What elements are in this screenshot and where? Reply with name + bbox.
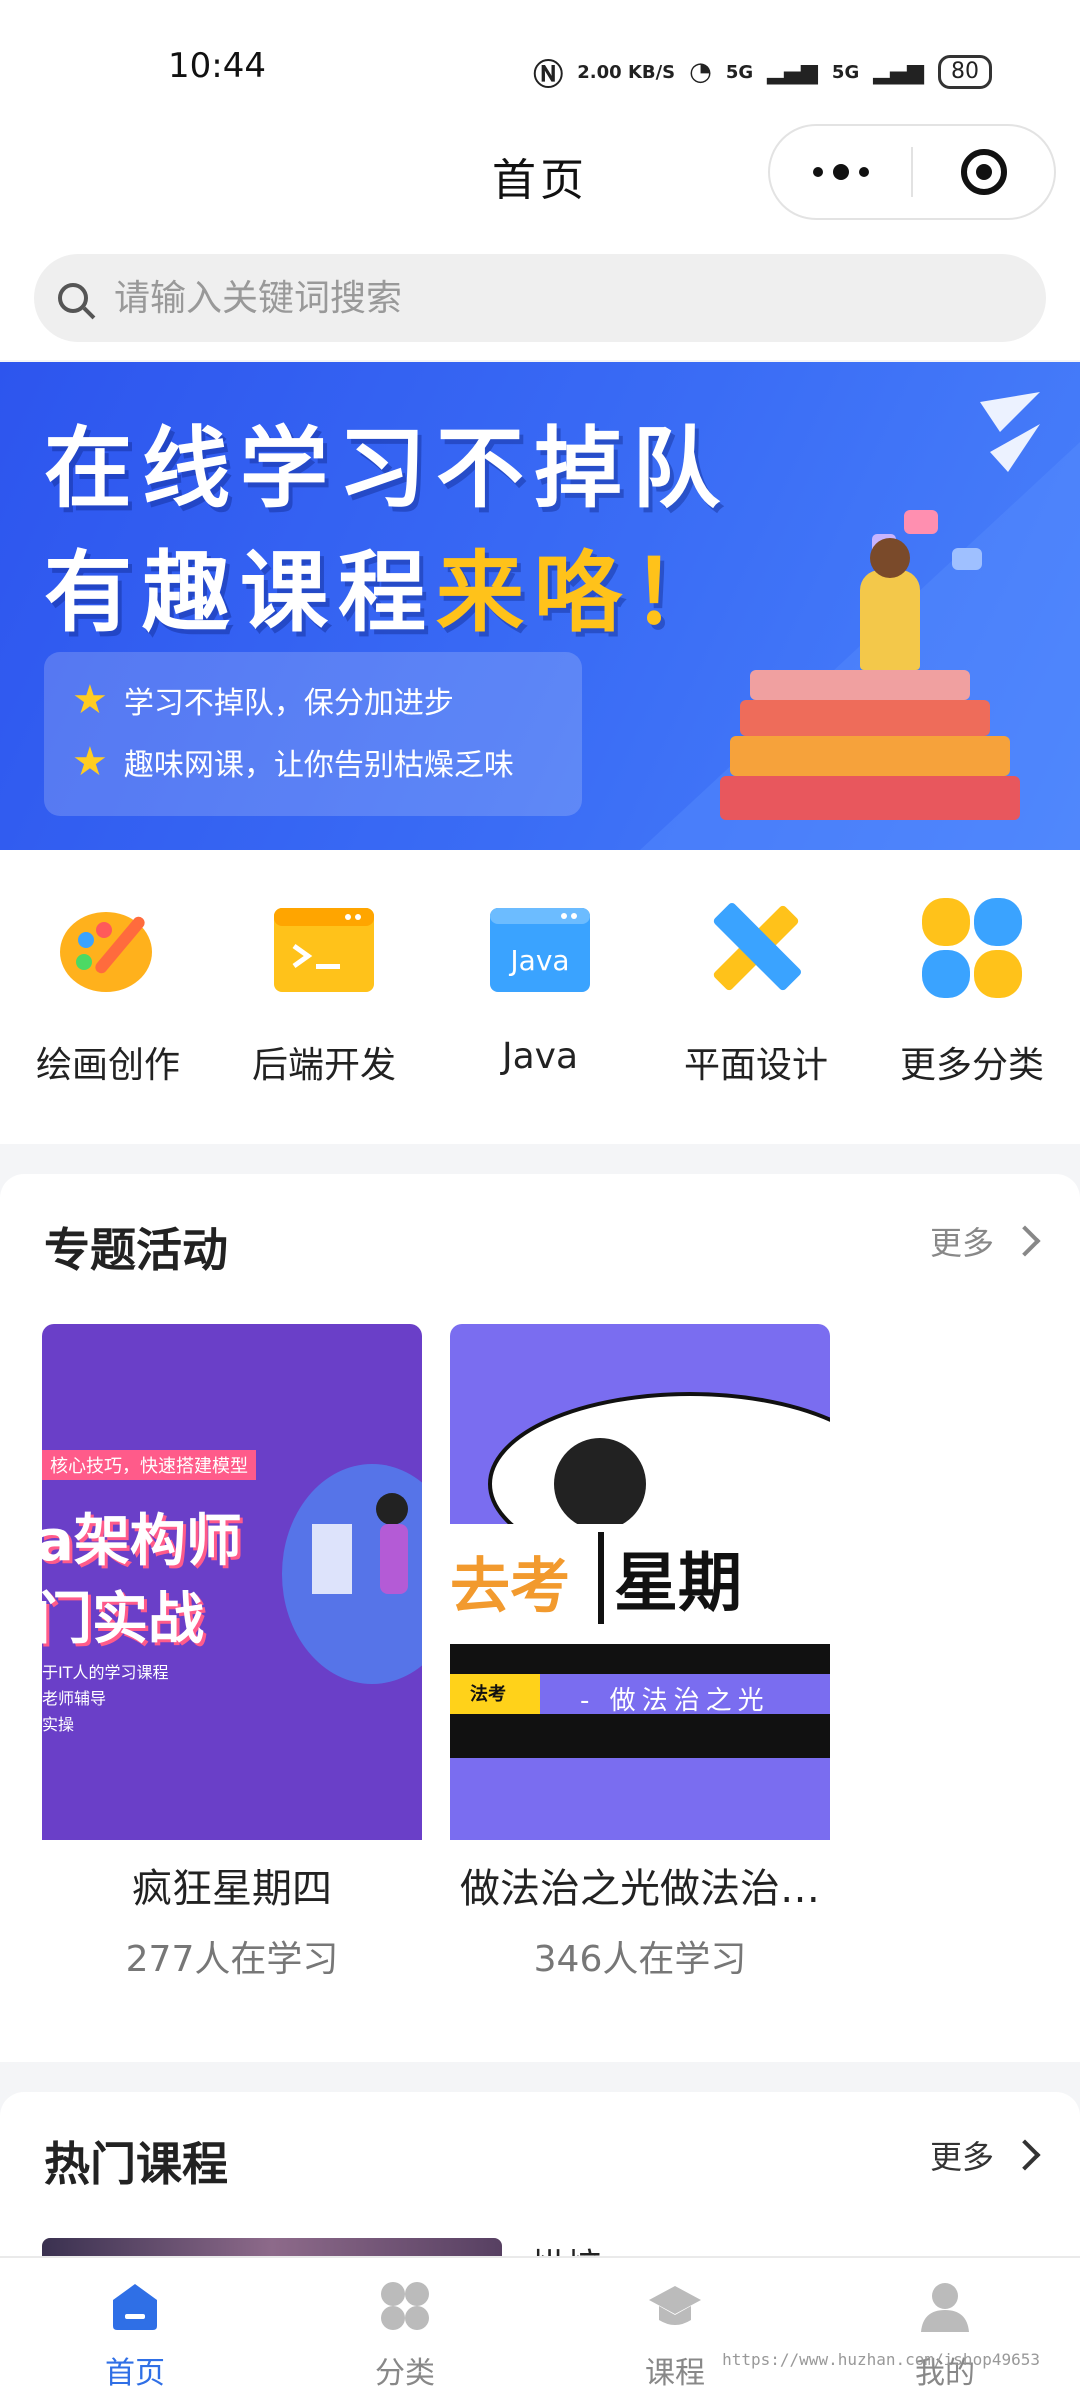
activity-name: 疯狂星期四	[132, 1866, 332, 1912]
category-item[interactable]: 更多分类	[864, 896, 1080, 1088]
category-label: Java	[501, 1036, 579, 1077]
miniprogram-capsule	[768, 124, 1056, 220]
java-icon: Java	[488, 896, 592, 1000]
graduation-cap-icon	[647, 2278, 703, 2334]
poster-tag: 核心技巧，快速搭建模型	[42, 1450, 256, 1480]
nfc-icon: Ⓝ	[533, 58, 564, 93]
ruler-pencil-icon	[704, 896, 808, 1000]
more-link[interactable]: 更多	[929, 2132, 1041, 2178]
more-link[interactable]: 更多	[929, 1218, 1041, 1264]
category-item[interactable]: 后端开发	[216, 896, 432, 1088]
grid-icon	[920, 896, 1024, 1000]
activity-card[interactable]: 核心技巧，快速搭建模型 a架构师 门实战 于IT人的学习课程 老师辅导 实操 疯…	[42, 1324, 422, 1982]
signal-bars-icon: ▂▄▆	[873, 59, 924, 85]
status-bar: 10:44 Ⓝ 2.00 KB/S ◔ 5G ▂▄▆ 5G ▂▄▆ 80	[0, 0, 1080, 120]
wifi-icon: ◔	[689, 57, 712, 87]
more-label: 更多	[929, 2138, 994, 2176]
user-icon	[917, 2278, 973, 2334]
category-item[interactable]: Java Java	[432, 896, 648, 1077]
close-miniprogram-button[interactable]	[913, 126, 1054, 218]
activity-learner-count: 346人在学习	[533, 1939, 747, 1980]
course-title[interactable]: 烘焙	[530, 2238, 602, 2258]
category-item[interactable]: 绘画创作	[0, 896, 216, 1088]
terminal-icon	[272, 896, 376, 1000]
tab-mine[interactable]: 我的	[810, 2278, 1080, 2392]
banner-point: ★ 趣味网课，让你告别枯燥乏味	[72, 740, 514, 784]
category-icon	[377, 2278, 433, 2334]
tab-label: 首页	[105, 2356, 165, 2391]
search-icon	[58, 283, 88, 313]
banner-headline-1: 在线学习不掉队	[44, 417, 731, 520]
status-icons: Ⓝ 2.00 KB/S ◔ 5G ▂▄▆ 5G ▂▄▆ 80	[533, 50, 992, 94]
category-label: 绘画创作	[35, 1045, 180, 1086]
tab-label: 分类	[375, 2356, 435, 2391]
poster-logo: 法考	[470, 1684, 506, 1705]
activity-name: 做法治之光做法治…	[460, 1866, 820, 1912]
book-stack-illustration	[720, 538, 1040, 820]
svg-text:Java: Java	[508, 944, 569, 977]
section-title: 热门课程	[44, 2137, 228, 2191]
palette-icon	[56, 896, 160, 1000]
banner-headline-2-highlight: 来咯！	[436, 541, 731, 644]
poster-title: a架构师	[42, 1509, 242, 1574]
special-activities-section: 专题活动 更多 核心技巧，快速搭建模型 a架构师 门实战 于IT人的学习课程 老…	[0, 1174, 1080, 2062]
star-icon: ★	[72, 739, 108, 785]
target-icon	[960, 149, 1007, 195]
chevron-right-icon	[1009, 1225, 1041, 1257]
category-label: 平面设计	[683, 1045, 828, 1086]
poster-title: 去考	[450, 1552, 570, 1622]
net-speed: 2.00 KB/S	[577, 61, 676, 83]
more-menu-button[interactable]	[770, 126, 911, 218]
home-icon	[107, 2278, 163, 2334]
status-time: 10:44	[168, 46, 266, 86]
category-label: 后端开发	[251, 1045, 396, 1086]
watermark: https://www.huzhan.com/ishop49653	[722, 2350, 1040, 2369]
more-dots-icon	[812, 164, 869, 180]
star-icon: ★	[72, 677, 108, 723]
nav-bar: 首页	[0, 120, 1080, 250]
signal-1: 5G	[725, 61, 754, 83]
activity-card[interactable]: 去考 星期 法考 - 做法治之光 做法治之光做法治… 346人在学习	[450, 1324, 830, 1982]
chevron-right-icon	[1009, 2139, 1041, 2171]
promo-banner[interactable]: 在线学习不掉队 有趣课程来咯！ ★ 学习不掉队，保分加进步 ★ 趣味网课，让你告…	[0, 362, 1080, 850]
search-input[interactable]	[112, 276, 996, 320]
tab-home[interactable]: 首页	[0, 2278, 270, 2392]
tab-category[interactable]: 分类	[270, 2278, 540, 2392]
search-bar[interactable]	[34, 254, 1046, 342]
section-title: 专题活动	[44, 1223, 228, 1277]
category-grid: 绘画创作 后端开发 Java Java 平面设计 更多分类	[0, 850, 1080, 1144]
banner-point: ★ 学习不掉队，保分加进步	[72, 678, 454, 722]
banner-headline-2: 有趣课程来咯！	[44, 522, 730, 649]
search-area	[0, 250, 1080, 360]
tab-courses[interactable]: 课程	[540, 2278, 810, 2392]
banner-point-text: 学习不掉队，保分加进步	[123, 686, 454, 721]
poster-title: 星期	[598, 1532, 742, 1624]
category-item[interactable]: 平面设计	[648, 896, 864, 1088]
activity-poster: 核心技巧，快速搭建模型 a架构师 门实战 于IT人的学习课程 老师辅导 实操	[42, 1324, 422, 1840]
activity-learner-count: 277人在学习	[125, 1939, 339, 1980]
banner-points-card: ★ 学习不掉队，保分加进步 ★ 趣味网课，让你告别枯燥乏味	[44, 652, 582, 816]
more-label: 更多	[929, 1224, 994, 1262]
poster-title: 门实战	[42, 1587, 204, 1652]
tab-bar: 首页 分类 课程 我的	[0, 2256, 1080, 2402]
signal-bars-icon: ▂▄▆	[767, 59, 818, 85]
poster-subtitle: - 做法治之光	[580, 1686, 770, 1716]
category-label: 更多分类	[899, 1045, 1044, 1086]
banner-headline-2-white: 有趣课程	[44, 541, 437, 644]
battery-icon: 80	[938, 55, 992, 89]
signal-2: 5G	[831, 61, 860, 83]
banner-point-text: 趣味网课，让你告别枯燥乏味	[123, 748, 514, 783]
poster-lines: 于IT人的学习课程 老师辅导 实操	[42, 1663, 169, 1734]
activity-poster: 去考 星期 法考 - 做法治之光	[450, 1324, 830, 1840]
